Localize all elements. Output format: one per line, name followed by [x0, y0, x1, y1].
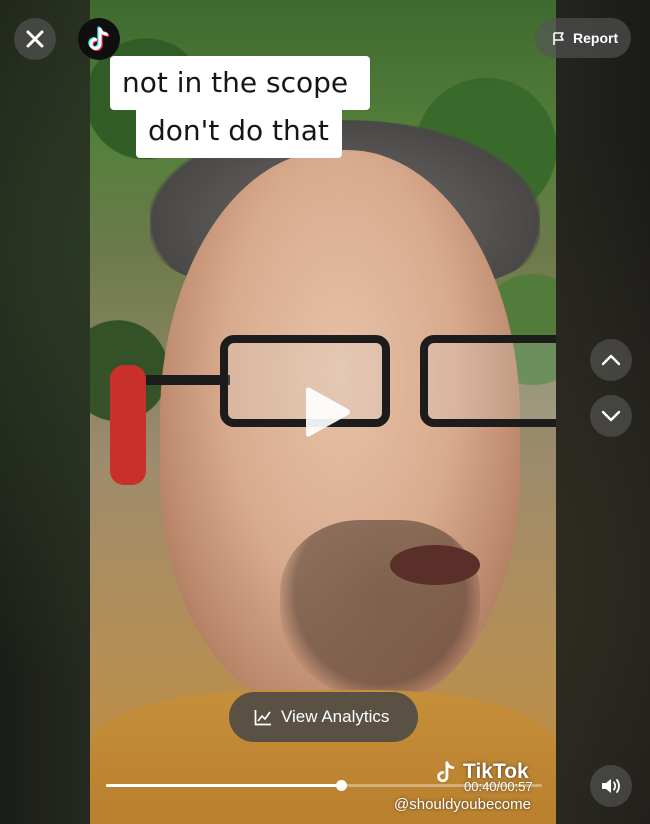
progress-bar[interactable] — [106, 780, 542, 791]
line-chart-icon — [254, 709, 271, 725]
speaker-icon — [602, 779, 620, 793]
tiktok-watermark-icon — [437, 761, 455, 783]
progress-fill — [106, 784, 341, 787]
volume-button[interactable] — [590, 765, 632, 807]
tiktok-logo[interactable] — [78, 18, 120, 60]
caption-line-2: don't do that — [136, 106, 342, 158]
flag-icon — [553, 31, 564, 45]
view-analytics-label: View Analytics — [281, 707, 390, 726]
tiktok-logo-icon — [88, 26, 110, 51]
glasses-lens-right — [420, 335, 556, 427]
close-button[interactable] — [14, 18, 56, 60]
next-video-button[interactable] — [590, 395, 632, 437]
view-analytics-button[interactable]: View Analytics — [229, 692, 418, 742]
caption-line-1: not in the scope — [110, 56, 370, 110]
chevron-down-icon — [601, 410, 621, 422]
progress-handle[interactable] — [336, 780, 347, 791]
previous-video-button[interactable] — [590, 339, 632, 381]
play-icon[interactable] — [304, 384, 352, 440]
watermark-handle: @shouldyoubecome — [394, 796, 531, 813]
report-label: Report — [573, 30, 619, 46]
chevron-up-icon — [601, 354, 621, 366]
video-earbud — [110, 365, 146, 485]
close-icon — [26, 30, 44, 48]
report-button[interactable]: Report — [535, 18, 631, 58]
video-mouth — [390, 545, 480, 585]
